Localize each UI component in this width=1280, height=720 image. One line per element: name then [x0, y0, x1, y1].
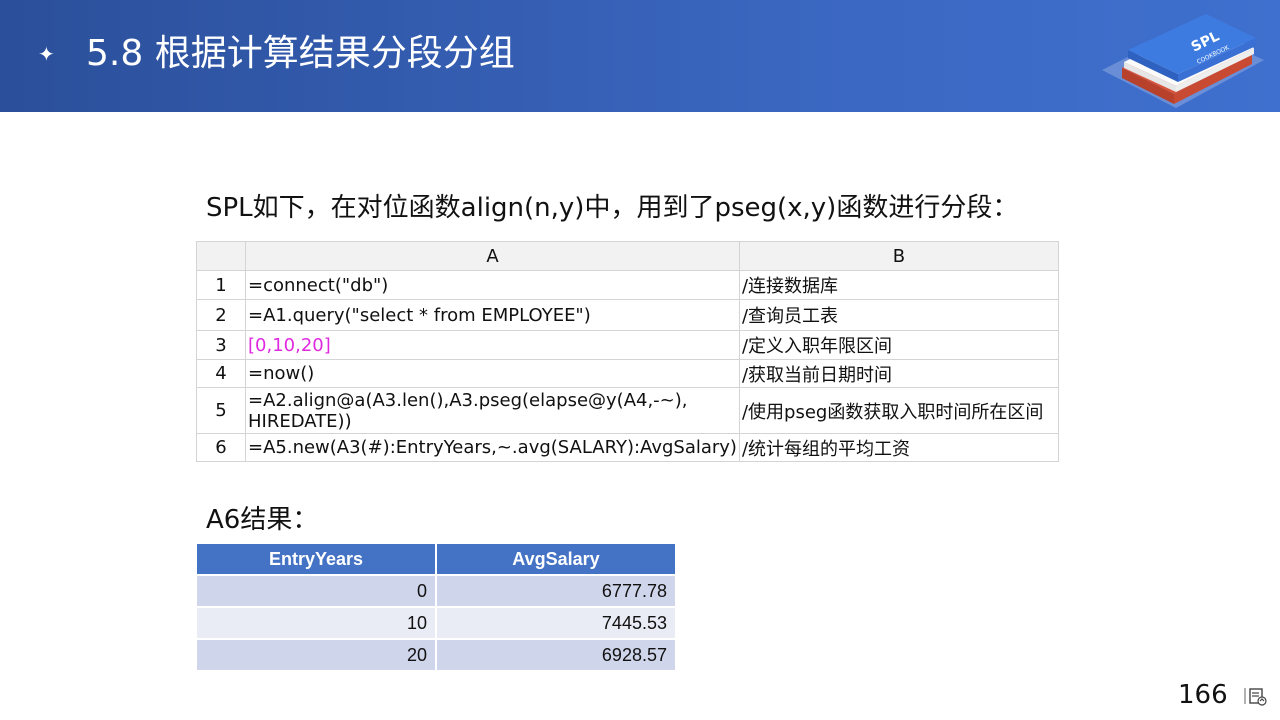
sparkle-icon: ✦ — [38, 42, 55, 66]
grid-row: 2 =A1.query("select * from EMPLOYEE") /查… — [196, 299, 1059, 331]
cell-avgsalary: 6777.78 — [436, 574, 675, 607]
result-title: A6结果： — [206, 505, 319, 535]
cell-b3[interactable]: /定义入职年限区间 — [738, 330, 1059, 360]
col-header-b[interactable]: B — [738, 241, 1059, 271]
cell-a1[interactable]: =connect("db") — [245, 270, 740, 300]
spl-cookbook-logo: SPL COOKBOOK — [1102, 14, 1264, 108]
grid-row: 1 =connect("db") /连接数据库 — [196, 270, 1059, 300]
intro-text: SPL如下，在对位函数align(n,y)中，用到了pseg(x,y)函数进行分… — [206, 193, 1019, 223]
cell-b4[interactable]: /获取当前日期时间 — [738, 359, 1059, 388]
page-number: 166 — [1178, 680, 1228, 710]
spl-code-grid: A B 1 =connect("db") /连接数据库 2 =A1.query(… — [196, 241, 1059, 462]
row-number[interactable]: 6 — [196, 433, 246, 462]
grid-row: 5 =A2.align@a(A3.len(),A3.pseg(elapse@y(… — [196, 387, 1059, 434]
grid-row: 4 =now() /获取当前日期时间 — [196, 359, 1059, 388]
row-number[interactable]: 5 — [196, 387, 246, 434]
header-entryyears: EntryYears — [197, 544, 437, 575]
cell-b6[interactable]: /统计每组的平均工资 — [738, 433, 1059, 462]
grid-row: 6 =A5.new(A3(#):EntryYears,~.avg(SALARY)… — [196, 433, 1059, 462]
cell-a6[interactable]: =A5.new(A3(#):EntryYears,~.avg(SALARY):A… — [245, 433, 740, 462]
cell-b1[interactable]: /连接数据库 — [738, 270, 1059, 300]
table-row: 0 6777.78 — [197, 574, 675, 607]
table-row: 10 7445.53 — [197, 606, 675, 639]
grid-row: 3 [0,10,20] /定义入职年限区间 — [196, 330, 1059, 360]
slide-nav-icon[interactable] — [1244, 686, 1268, 706]
result-table: EntryYears AvgSalary 0 6777.78 10 7445.5… — [197, 544, 675, 670]
cell-entryyears: 20 — [197, 638, 437, 670]
cell-entryyears: 10 — [197, 606, 437, 639]
grid-corner — [196, 241, 246, 271]
result-header-row: EntryYears AvgSalary — [197, 544, 675, 575]
cell-a5[interactable]: =A2.align@a(A3.len(),A3.pseg(elapse@y(A4… — [245, 387, 740, 434]
header-avgsalary: AvgSalary — [436, 544, 675, 575]
slide-title: 5.8 根据计算结果分段分组 — [86, 33, 515, 74]
row-number[interactable]: 3 — [196, 330, 246, 360]
grid-header-row: A B — [196, 241, 1059, 271]
cell-a2[interactable]: =A1.query("select * from EMPLOYEE") — [245, 299, 740, 331]
slide-header: ✦ 5.8 根据计算结果分段分组 SPL COOKBOOK — [0, 0, 1280, 112]
cell-b5[interactable]: /使用pseg函数获取入职时间所在区间 — [738, 387, 1059, 434]
cell-a3[interactable]: [0,10,20] — [245, 330, 740, 360]
cell-entryyears: 0 — [197, 574, 437, 607]
cell-avgsalary: 6928.57 — [436, 638, 675, 670]
row-number[interactable]: 4 — [196, 359, 246, 388]
row-number[interactable]: 2 — [196, 299, 246, 331]
cell-b2[interactable]: /查询员工表 — [738, 299, 1059, 331]
table-row: 20 6928.57 — [197, 638, 675, 670]
col-header-a[interactable]: A — [245, 241, 740, 271]
cell-a4[interactable]: =now() — [245, 359, 740, 388]
cell-avgsalary: 7445.53 — [436, 606, 675, 639]
row-number[interactable]: 1 — [196, 270, 246, 300]
